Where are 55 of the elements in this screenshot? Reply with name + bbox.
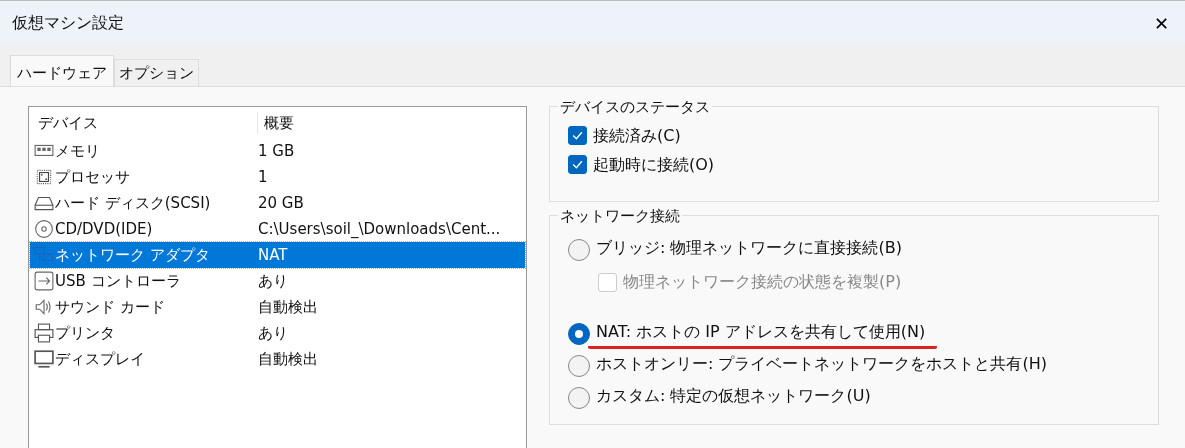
radio-button[interactable] bbox=[568, 239, 590, 261]
device-summary: 1 bbox=[258, 166, 268, 188]
checkbox-label: 接続済み(C) bbox=[593, 124, 681, 147]
device-summary: あり bbox=[258, 322, 288, 344]
device-name: プリンタ bbox=[55, 322, 115, 344]
checkbox[interactable] bbox=[568, 126, 587, 145]
device-name: CD/DVD(IDE) bbox=[55, 218, 153, 240]
device-summary: 20 GB bbox=[258, 192, 304, 214]
column-header[interactable]: デバイス bbox=[30, 111, 258, 135]
network-icon bbox=[34, 245, 54, 265]
device-name: メモリ bbox=[55, 140, 100, 162]
device-row[interactable]: プリンタ あり bbox=[30, 320, 525, 346]
window-title: 仮想マシン設定 bbox=[12, 12, 124, 34]
device-row[interactable]: CD/DVD(IDE) C:\Users\soil_\Downloads\Cent... bbox=[30, 216, 525, 242]
device-summary: あり bbox=[258, 270, 288, 292]
disc-icon bbox=[34, 219, 54, 239]
device-summary: C:\Users\soil_\Downloads\Cent... bbox=[258, 218, 501, 240]
device-row[interactable]: サウンド カード 自動検出 bbox=[30, 294, 525, 320]
device-summary: 自動検出 bbox=[258, 296, 318, 318]
printer-icon bbox=[34, 323, 54, 343]
device-row[interactable]: プロセッサ 1 bbox=[30, 164, 525, 190]
device-summary: NAT bbox=[258, 244, 288, 266]
device-name: ネットワーク アダプタ bbox=[55, 244, 210, 266]
monitor-icon bbox=[34, 349, 54, 369]
column-header[interactable]: 概要 bbox=[258, 111, 294, 135]
device-row[interactable]: USB コントローラ あり bbox=[30, 268, 525, 294]
annotated-label: カスタム: 特定の仮想ネットワーク(U) bbox=[595, 384, 872, 407]
device-name: ディスプレイ bbox=[55, 348, 145, 370]
check-icon bbox=[571, 158, 584, 171]
device-row[interactable]: ネットワーク アダプタ NAT bbox=[30, 242, 525, 268]
checkbox-label: 物理ネットワーク接続の状態を複製(P) bbox=[623, 271, 902, 293]
speaker-icon bbox=[34, 297, 54, 317]
radio-button[interactable] bbox=[568, 323, 590, 345]
annotated-label: ホストオンリー: プライベートネットワークをホストと共有(H) bbox=[595, 352, 1048, 375]
radio-button[interactable] bbox=[568, 355, 590, 377]
device-name: プロセッサ bbox=[55, 166, 130, 188]
radio-button[interactable] bbox=[568, 387, 590, 409]
tab[interactable]: ハードウェア bbox=[10, 54, 114, 86]
check-icon bbox=[571, 129, 584, 142]
annotated-label: ブリッジ: 物理ネットワークに直接接続(B) bbox=[595, 236, 903, 259]
checkbox[interactable] bbox=[568, 155, 587, 174]
close-button[interactable]: ✕ bbox=[1149, 9, 1173, 37]
checkbox-label: 起動時に接続(O) bbox=[593, 153, 715, 176]
device-summary: 自動検出 bbox=[258, 348, 318, 370]
annotated-label: NAT: ホストの IP アドレスを共有して使用(N) bbox=[588, 319, 938, 349]
device-summary: 1 GB bbox=[258, 140, 295, 162]
device-name: サウンド カード bbox=[55, 296, 165, 318]
device-name: ハード ディスク(SCSI) bbox=[55, 192, 211, 214]
tab[interactable]: オプション bbox=[114, 58, 199, 86]
device-row[interactable]: メモリ 1 GB bbox=[30, 138, 525, 164]
usb-icon bbox=[34, 271, 54, 291]
chip-icon bbox=[34, 167, 54, 187]
device-name: USB コントローラ bbox=[55, 270, 181, 292]
device-row[interactable]: ハード ディスク(SCSI) 20 GB bbox=[30, 190, 525, 216]
device-row[interactable]: ディスプレイ 自動検出 bbox=[30, 346, 525, 372]
